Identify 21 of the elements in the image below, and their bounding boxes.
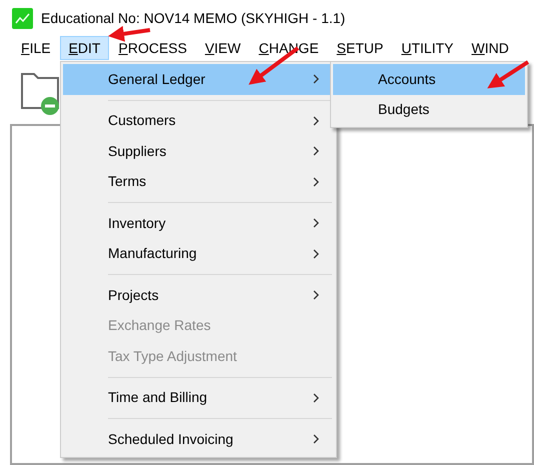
menu-item[interactable]: VIEW (196, 36, 250, 60)
menu-entry[interactable]: Customers (63, 106, 334, 136)
menu-entry[interactable]: Budgets (333, 94, 525, 125)
menu-item[interactable]: FILE (12, 36, 60, 60)
menu-item[interactable]: SETUP (328, 36, 392, 60)
app-icon (12, 8, 33, 28)
menu-entry[interactable]: Time and Billing (63, 382, 334, 413)
menu-item[interactable]: PROCESS (109, 36, 196, 60)
menu-item[interactable]: UTILITY (392, 36, 462, 60)
menu-entry[interactable]: Scheduled Invoicing (63, 424, 334, 454)
annotation-arrow (108, 26, 150, 42)
menu-entry[interactable]: Terms (63, 166, 334, 197)
menu-entry[interactable]: Manufacturing (63, 238, 334, 269)
menu-item[interactable]: EDIT (60, 36, 110, 60)
annotation-arrow (487, 60, 530, 88)
menu-item[interactable]: WIND (462, 36, 518, 60)
window-title: Educational No: NOV14 MEMO (SKYHIGH - 1.1) (41, 8, 346, 28)
menu-entry[interactable]: Suppliers (63, 136, 334, 166)
menu-entry[interactable]: Inventory (63, 208, 334, 238)
menu-entry[interactable]: Accounts (333, 64, 525, 94)
menu-entry[interactable]: Projects (63, 280, 334, 310)
